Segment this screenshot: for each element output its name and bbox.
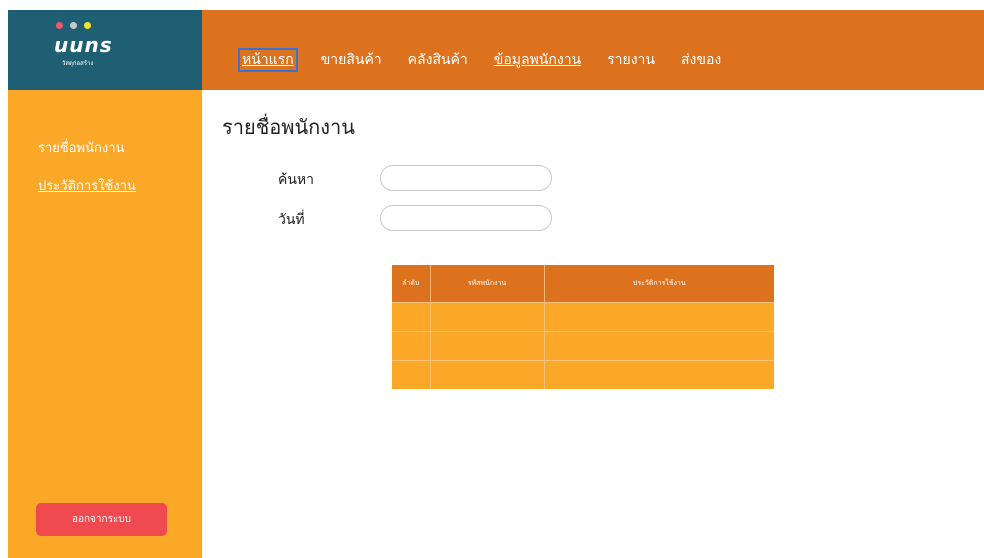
table-cell (392, 302, 431, 332)
table-cell (544, 331, 774, 361)
nav-home[interactable]: หน้าแรก (238, 48, 298, 72)
nav-delivery[interactable]: ส่งของ (678, 49, 724, 71)
window-dots (56, 22, 91, 29)
page-title: รายชื่อพนักงาน (222, 115, 355, 139)
nav-sales[interactable]: ขายสินค้า (318, 49, 385, 71)
sidebar-item-usage-history[interactable]: ประวัติการใช้งาน (38, 178, 136, 196)
logout-button[interactable]: ออกจากระบบ (36, 503, 167, 536)
table-cell (544, 360, 774, 389)
date-input[interactable] (380, 205, 552, 231)
window-dot-red (56, 22, 63, 29)
date-label: วันที่ (278, 212, 305, 228)
column-header-usage-history: ประวัติการใช้งาน (544, 265, 774, 303)
top-navbar: หน้าแรก ขายสินค้า คลังสินค้า ข้อมูลพนักง… (202, 10, 984, 90)
table-cell (392, 331, 431, 361)
table-cell (544, 302, 774, 332)
logo[interactable]: uuns (54, 34, 113, 56)
table-row[interactable] (392, 360, 774, 389)
logo-tagline: วัสดุก่อสร้าง (62, 60, 94, 67)
nav-reports[interactable]: รายงาน (604, 49, 658, 71)
table-cell (430, 302, 545, 332)
table-row[interactable] (392, 302, 774, 332)
column-header-order: ลำดับ (392, 265, 431, 303)
table-row[interactable] (392, 331, 774, 361)
search-input[interactable] (380, 165, 552, 191)
column-header-employee-id: รหัสพนักงาน (430, 265, 545, 303)
search-label: ค้นหา (278, 172, 315, 188)
table-cell (430, 331, 545, 361)
table-header-row: ลำดับ รหัสพนักงาน ประวัติการใช้งาน (392, 265, 774, 303)
table-cell (430, 360, 545, 389)
sidebar-item-employee-list[interactable]: รายชื่อพนักงาน (38, 140, 124, 158)
brand-panel: uuns วัสดุก่อสร้าง (8, 10, 202, 90)
sidebar: รายชื่อพนักงาน ประวัติการใช้งาน ออกจากระ… (8, 90, 202, 558)
nav-employee-info[interactable]: ข้อมูลพนักงาน (491, 49, 584, 71)
window-dot-grey (70, 22, 77, 29)
usage-history-table: ลำดับ รหัสพนักงาน ประวัติการใช้งาน (392, 265, 774, 389)
main-nav: หน้าแรก ขายสินค้า คลังสินค้า ข้อมูลพนักง… (238, 48, 744, 72)
window-dot-yellow (84, 22, 91, 29)
table-cell (392, 360, 431, 389)
nav-inventory[interactable]: คลังสินค้า (405, 49, 471, 71)
